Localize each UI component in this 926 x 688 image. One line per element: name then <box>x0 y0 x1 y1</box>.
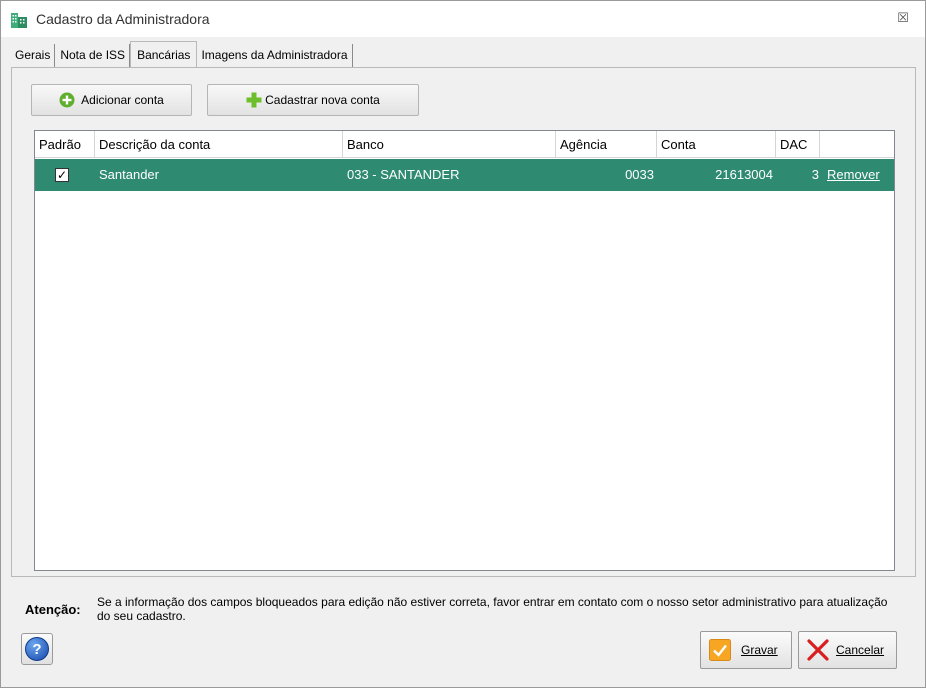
building-icon <box>11 13 27 28</box>
help-icon: ? <box>25 637 49 661</box>
window-title: Cadastro da Administradora <box>36 11 210 27</box>
tab-strip: Gerais Nota de ISS Bancárias Imagens da … <box>11 41 353 68</box>
add-account-button[interactable]: Adicionar conta <box>31 84 192 116</box>
column-agencia[interactable]: Agência <box>556 131 657 158</box>
table-header: Padrão Descrição da conta Banco Agência … <box>35 131 894 158</box>
save-label: Gravar <box>741 643 778 657</box>
column-conta[interactable]: Conta <box>657 131 776 158</box>
register-account-button[interactable]: Cadastrar nova conta <box>207 84 419 116</box>
column-banco[interactable]: Banco <box>343 131 556 158</box>
dialog-window: Cadastro da Administradora ☒ Gerais Nota… <box>0 0 926 688</box>
plus-icon <box>246 92 262 108</box>
plus-circle-icon <box>59 92 75 108</box>
register-account-label: Cadastrar nova conta <box>265 93 380 107</box>
tab-bancarias[interactable]: Bancárias <box>130 41 198 68</box>
checkmark-icon <box>709 639 731 661</box>
help-button[interactable]: ? <box>21 633 53 665</box>
attention-text: Se a informação dos campos bloqueados pa… <box>97 595 888 623</box>
remove-link[interactable]: Remover <box>827 159 880 191</box>
default-checkbox[interactable]: ✓ <box>55 168 69 182</box>
accounts-table: Padrão Descrição da conta Banco Agência … <box>34 130 895 571</box>
cell-banco: 033 - SANTANDER <box>347 167 460 182</box>
column-descricao[interactable]: Descrição da conta <box>95 131 343 158</box>
add-account-label: Adicionar conta <box>81 93 164 107</box>
tab-imagens-da-administradora[interactable]: Imagens da Administradora <box>197 44 353 68</box>
column-dac[interactable]: DAC <box>776 131 820 158</box>
cancel-button[interactable]: Cancelar <box>798 631 897 669</box>
attention-label: Atenção: <box>25 602 81 617</box>
cancel-label: Cancelar <box>836 643 885 657</box>
cell-descricao: Santander <box>99 167 159 182</box>
cell-dac: 3 <box>811 167 819 182</box>
table-row[interactable]: ✓ Santander 033 - SANTANDER 0033 2161300… <box>35 159 894 191</box>
save-button[interactable]: Gravar <box>700 631 792 669</box>
tab-nota-de-iss[interactable]: Nota de ISS <box>55 44 131 68</box>
close-icon[interactable]: ☒ <box>895 10 911 26</box>
cell-conta: 21613004 <box>715 167 773 182</box>
x-icon <box>807 639 829 661</box>
title-bar: Cadastro da Administradora ☒ <box>1 1 925 37</box>
cell-agencia: 0033 <box>625 167 654 182</box>
tab-gerais[interactable]: Gerais <box>11 44 56 68</box>
column-padrao[interactable]: Padrão <box>35 131 95 158</box>
